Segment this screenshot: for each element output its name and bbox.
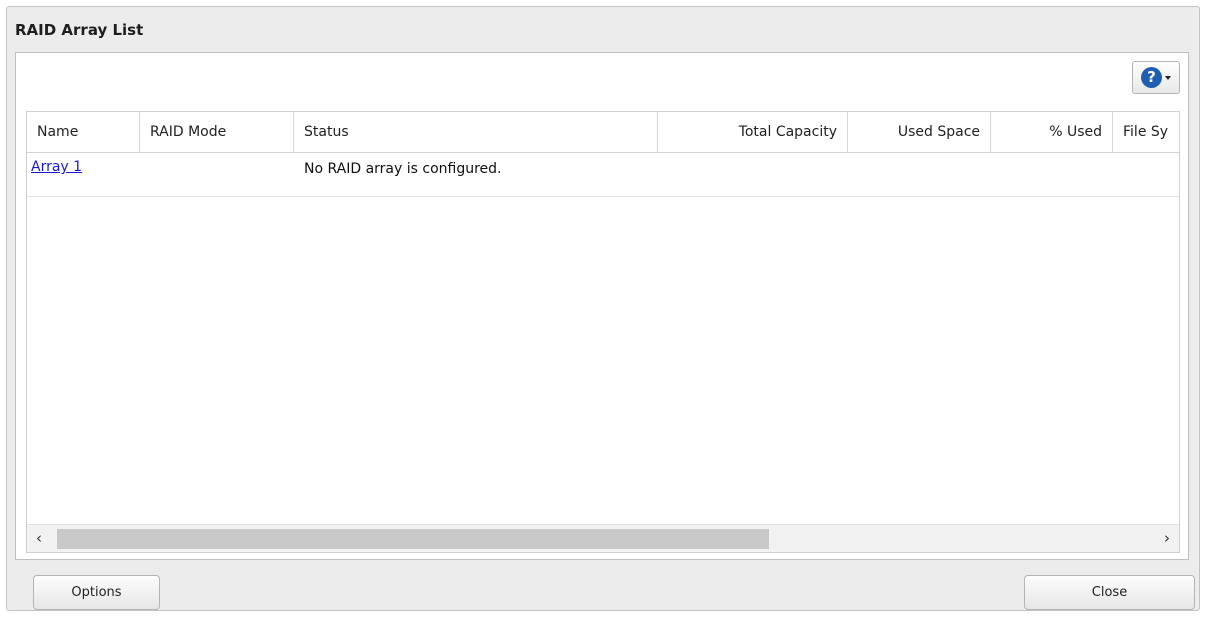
cell-status: No RAID array is configured. — [304, 161, 502, 177]
cell-total-capacity — [658, 153, 848, 196]
raid-array-list-window: RAID Array List ? Name RAID Mode Status … — [6, 6, 1200, 611]
column-header-used-space[interactable]: Used Space — [848, 112, 991, 152]
table-row: Array 1 No RAID array is configured. — [27, 153, 1179, 197]
scroll-right-icon[interactable]: › — [1155, 525, 1179, 552]
options-button[interactable]: Options — [33, 575, 160, 610]
column-header-raid-mode[interactable]: RAID Mode — [140, 112, 294, 152]
help-menu-button[interactable]: ? — [1132, 61, 1180, 94]
column-header-name[interactable]: Name — [27, 112, 140, 152]
cell-file-system — [1113, 153, 1179, 196]
cell-percent-used — [991, 153, 1113, 196]
window-title: RAID Array List — [15, 21, 144, 39]
scrollbar-thumb[interactable] — [57, 529, 769, 549]
column-header-status[interactable]: Status — [294, 112, 658, 152]
column-header-total-capacity[interactable]: Total Capacity — [658, 112, 848, 152]
column-header-file-system[interactable]: File Sy — [1113, 112, 1179, 152]
table-header: Name RAID Mode Status Total Capacity Use… — [27, 112, 1179, 153]
chevron-down-icon — [1165, 75, 1171, 80]
horizontal-scrollbar[interactable]: ‹ › — [27, 524, 1179, 552]
array-1-link[interactable]: Array 1 — [31, 159, 82, 175]
raid-array-table: Name RAID Mode Status Total Capacity Use… — [26, 111, 1180, 553]
column-header-percent-used[interactable]: % Used — [991, 112, 1113, 152]
scroll-left-icon[interactable]: ‹ — [27, 525, 51, 552]
close-button[interactable]: Close — [1024, 575, 1195, 610]
cell-raid-mode — [140, 153, 294, 196]
cell-name: Array 1 — [27, 153, 140, 196]
cell-used-space — [848, 153, 991, 196]
content-panel: ? Name RAID Mode Status Total Capacity U… — [15, 52, 1189, 560]
help-icon: ? — [1141, 67, 1162, 88]
